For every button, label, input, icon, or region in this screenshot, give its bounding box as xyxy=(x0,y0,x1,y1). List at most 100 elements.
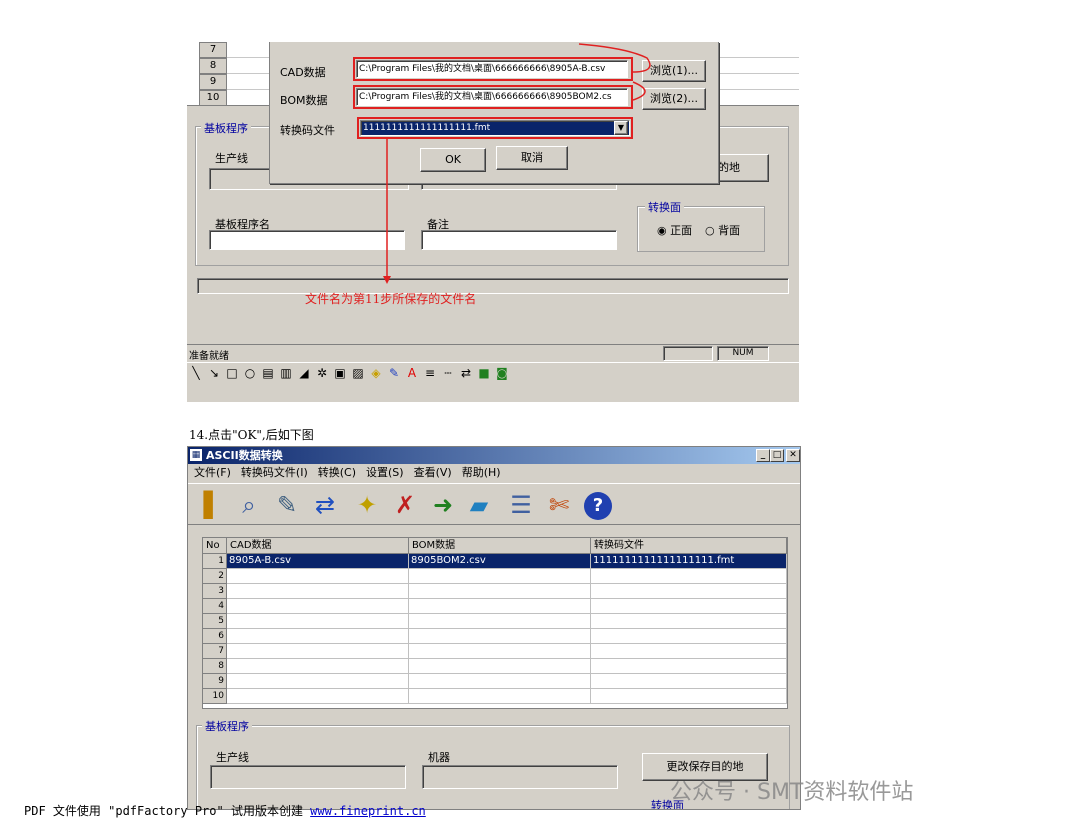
table-cell-cad[interactable] xyxy=(227,629,409,644)
line-color-icon[interactable]: ✎ xyxy=(386,365,402,381)
table-cell-cad[interactable] xyxy=(227,674,409,689)
table-cell-bom[interactable] xyxy=(409,584,591,599)
main-toolbar: ▌ ⌕ ✎ ⇄ ✦ ✗ ➜ ▰ ☰ ✄ ? xyxy=(188,483,800,525)
menu-help[interactable]: 帮助(H) xyxy=(462,466,501,479)
table-cell-fmt[interactable] xyxy=(591,584,787,599)
table-cell-bom[interactable] xyxy=(409,644,591,659)
minimize-icon[interactable]: _ xyxy=(756,449,770,462)
font-color-icon[interactable]: A xyxy=(404,365,420,381)
status-text: 准备就绪 xyxy=(189,351,229,362)
row-number[interactable]: 3 xyxy=(203,584,227,599)
wordart-icon[interactable]: ◢ xyxy=(296,365,312,381)
table-cell-cad[interactable] xyxy=(227,569,409,584)
arrow-tool-icon[interactable]: ↘ xyxy=(206,365,222,381)
table-cell-fmt[interactable] xyxy=(591,569,787,584)
row-number[interactable]: 6 xyxy=(203,629,227,644)
menu-bar: 文件(F) 转换码文件(I) 转换(C) 设置(S) 查看(V) 帮助(H) xyxy=(188,464,800,482)
line-label-2: 生产线 xyxy=(216,751,249,764)
machine-label: 机器 xyxy=(428,751,450,764)
textbox-icon[interactable]: ▤ xyxy=(260,365,276,381)
table-cell-cad[interactable] xyxy=(227,584,409,599)
maximize-icon[interactable]: □ xyxy=(770,449,784,462)
pdf-footer: PDF 文件使用 "pdfFactory Pro" 试用版本创建 www.fin… xyxy=(24,802,426,819)
refresh-icon[interactable]: ⇄ xyxy=(308,488,342,522)
table-cell-bom[interactable] xyxy=(409,629,591,644)
row-number[interactable]: 4 xyxy=(203,599,227,614)
screenshot-1: 7 8 9 10 基板程序 生产线 的地 基板程序名 备注 转换面 ◉ 正面 ○… xyxy=(187,42,799,402)
shadow-icon[interactable]: ■ xyxy=(476,365,492,381)
table-cell-fmt[interactable] xyxy=(591,659,787,674)
new-file-icon[interactable]: ✦ xyxy=(350,488,384,522)
table-cell-bom[interactable] xyxy=(409,689,591,704)
close-icon[interactable]: ✕ xyxy=(786,449,800,462)
table-cell-cad[interactable] xyxy=(227,689,409,704)
status-bar: 准备就绪 NUM xyxy=(187,344,799,362)
table-cell-fmt[interactable] xyxy=(591,629,787,644)
search-icon[interactable]: ⌕ xyxy=(232,488,266,522)
table-cell-fmt[interactable] xyxy=(591,689,787,704)
col-header-cad: CAD数据 xyxy=(227,538,409,554)
table-cell-bom[interactable]: 8905BOM2.csv xyxy=(409,554,591,569)
import-icon[interactable]: ➜ xyxy=(426,488,460,522)
table-cell-cad[interactable] xyxy=(227,599,409,614)
col-header-fmt: 转换码文件 xyxy=(591,538,787,554)
footer-text: PDF 文件使用 "pdfFactory Pro" 试用版本创建 xyxy=(24,804,311,818)
3d-icon[interactable]: ◙ xyxy=(494,365,510,381)
row-number[interactable]: 9 xyxy=(203,674,227,689)
table-cell-fmt[interactable] xyxy=(591,644,787,659)
table-cell-bom[interactable] xyxy=(409,659,591,674)
row-number[interactable]: 10 xyxy=(203,689,227,704)
menu-view[interactable]: 查看(V) xyxy=(414,466,452,479)
col-header-no: No xyxy=(203,538,227,554)
rect-tool-icon[interactable]: □ xyxy=(224,365,240,381)
table-cell-cad[interactable]: 8905A-B.csv xyxy=(227,554,409,569)
table-cell-fmt[interactable] xyxy=(591,614,787,629)
status-panel xyxy=(663,346,713,361)
arrow-style-icon[interactable]: ⇄ xyxy=(458,365,474,381)
fill-color-icon[interactable]: ◈ xyxy=(368,365,384,381)
table-cell-bom[interactable] xyxy=(409,614,591,629)
table-cell-bom[interactable] xyxy=(409,599,591,614)
help-icon[interactable]: ? xyxy=(584,492,612,520)
checklist-icon[interactable]: ☰ xyxy=(504,488,538,522)
row-number[interactable]: 5 xyxy=(203,614,227,629)
exit-icon[interactable]: ▌ xyxy=(196,488,230,522)
vtextbox-icon[interactable]: ▥ xyxy=(278,365,294,381)
drawing-toolbar: ╲ ↘ □ ○ ▤ ▥ ◢ ✲ ▣ ▨ ◈ ✎ A ≡ ┄ ⇄ ■ ◙ xyxy=(187,362,799,384)
table-cell-cad[interactable] xyxy=(227,614,409,629)
data-table: No CAD数据 BOM数据 转换码文件 1 8905A-B.csv 8905BOM… xyxy=(202,537,788,709)
menu-convert[interactable]: 转换(C) xyxy=(318,466,356,479)
row-number[interactable]: 1 xyxy=(203,554,227,569)
menu-fmt[interactable]: 转换码文件(I) xyxy=(241,466,308,479)
step-caption: 14.点击"OK",后如下图 xyxy=(189,428,314,442)
footer-link[interactable]: www.fineprint.cn xyxy=(310,804,426,818)
line-tool-icon[interactable]: ╲ xyxy=(188,365,204,381)
menu-settings[interactable]: 设置(S) xyxy=(366,466,404,479)
clipart-icon[interactable]: ▣ xyxy=(332,365,348,381)
menu-file[interactable]: 文件(F) xyxy=(194,466,231,479)
table-cell-cad[interactable] xyxy=(227,644,409,659)
picture-icon[interactable]: ▨ xyxy=(350,365,366,381)
group-title-2: 基板程序 xyxy=(202,718,252,734)
table-cell-fmt[interactable] xyxy=(591,674,787,689)
table-cell-cad[interactable] xyxy=(227,659,409,674)
line-field-2[interactable] xyxy=(210,765,406,789)
app-icon: ▦ xyxy=(190,449,202,461)
settings-icon[interactable]: ✄ xyxy=(542,488,576,522)
machine-field-2[interactable] xyxy=(422,765,618,789)
row-number[interactable]: 7 xyxy=(203,644,227,659)
export-icon[interactable]: ▰ xyxy=(462,488,496,522)
table-cell-fmt[interactable]: 1111111111111111111.fmt xyxy=(591,554,787,569)
table-cell-bom[interactable] xyxy=(409,674,591,689)
delete-file-icon[interactable]: ✗ xyxy=(388,488,422,522)
edit-icon[interactable]: ✎ xyxy=(270,488,304,522)
title-bar: ▦ ASCII数据转换 _ □ ✕ xyxy=(188,447,800,464)
row-number[interactable]: 2 xyxy=(203,569,227,584)
line-style-icon[interactable]: ≡ xyxy=(422,365,438,381)
dash-style-icon[interactable]: ┄ xyxy=(440,365,456,381)
diagram-icon[interactable]: ✲ xyxy=(314,365,330,381)
table-cell-bom[interactable] xyxy=(409,569,591,584)
oval-tool-icon[interactable]: ○ xyxy=(242,365,258,381)
table-cell-fmt[interactable] xyxy=(591,599,787,614)
row-number[interactable]: 8 xyxy=(203,659,227,674)
